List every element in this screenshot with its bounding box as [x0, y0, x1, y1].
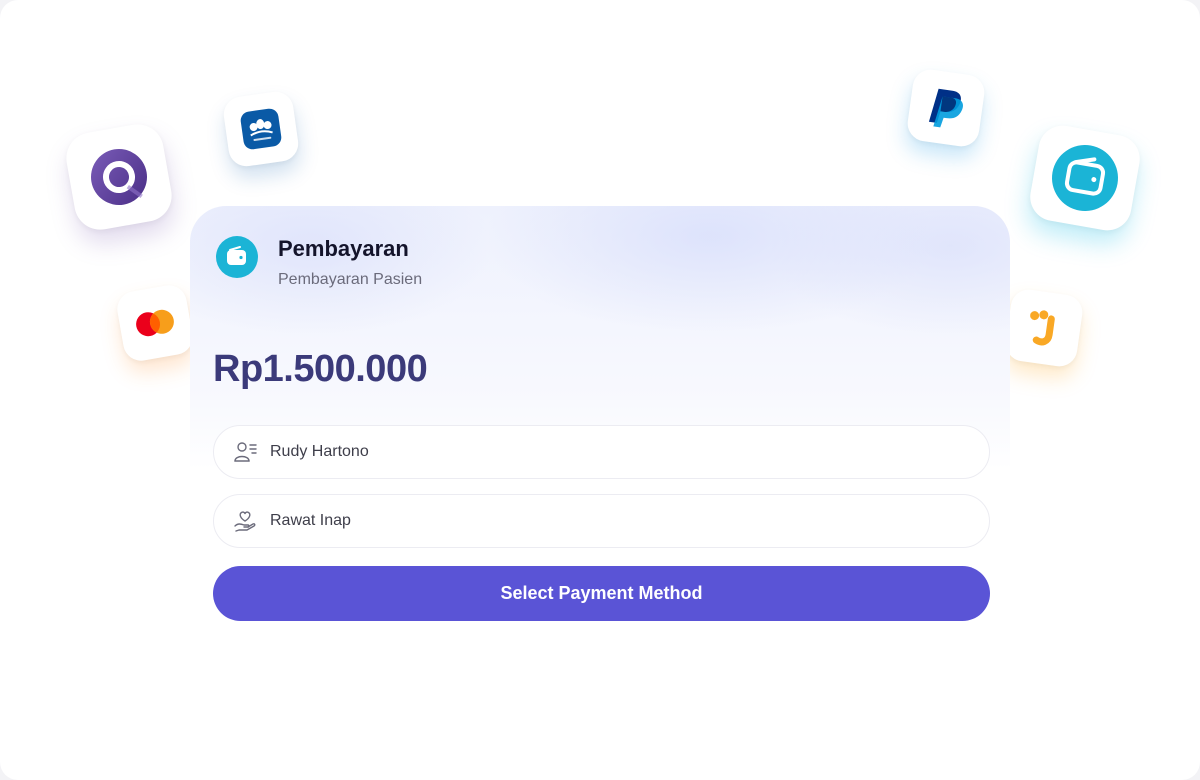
ovo-logo [62, 120, 176, 234]
care-type-value: Rawat Inap [270, 512, 351, 529]
heart-hand-icon [232, 508, 258, 534]
bca-icon [240, 108, 282, 150]
payment-amount: Rp1.500.000 [213, 348, 428, 390]
wallet-app-logo [1026, 121, 1144, 235]
bca-logo [221, 89, 301, 169]
select-payment-method-button[interactable]: Select Payment Method [213, 566, 990, 621]
wallet-app-icon [1052, 145, 1118, 211]
patient-name-field[interactable]: Rudy Hartono [213, 425, 990, 479]
patient-name-value: Rudy Hartono [270, 443, 369, 460]
wallet-icon [216, 236, 258, 278]
app-frame: Pembayaran Pembayaran Pasien Rp1.500.000… [0, 0, 1200, 780]
care-type-field[interactable]: Rawat Inap [213, 494, 990, 548]
jenius-icon [1030, 310, 1055, 346]
mastercard-logo [114, 282, 196, 364]
payment-card: Pembayaran Pembayaran Pasien Rp1.500.000… [190, 206, 1010, 646]
jenius-logo [1003, 287, 1085, 369]
paypal-logo [905, 67, 987, 149]
ovo-icon [91, 149, 147, 205]
paypal-icon [928, 88, 964, 128]
page-title: Pembayaran [278, 236, 409, 261]
user-list-icon [232, 439, 258, 465]
mastercard-icon [136, 309, 174, 337]
page-subtitle: Pembayaran Pasien [278, 271, 423, 288]
